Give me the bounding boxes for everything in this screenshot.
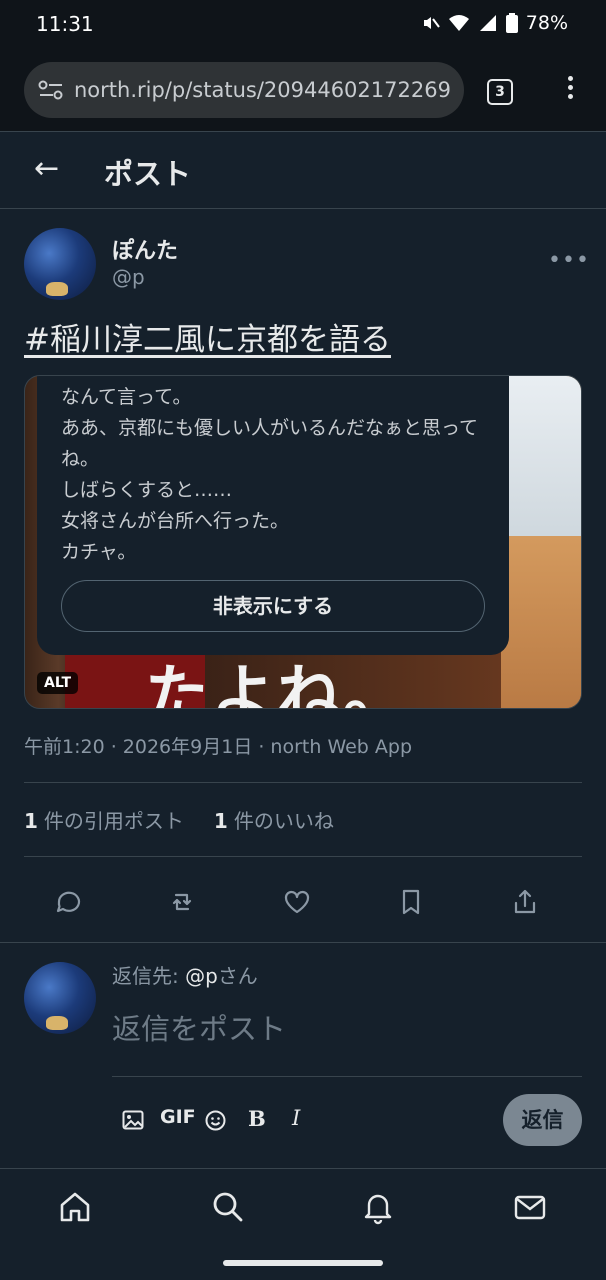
divider — [24, 782, 582, 783]
browser-toolbar: north.rip/p/status/20944602172269 3 — [0, 48, 606, 132]
likes-count: 1 — [213, 809, 228, 833]
status-icons: 78% — [420, 12, 568, 34]
quotes-label: 件の引用ポスト — [43, 809, 184, 833]
gif-button[interactable]: GIF — [160, 1106, 196, 1128]
hashtag-link[interactable]: #稲川淳二風に京都を語る — [24, 314, 391, 359]
divider — [112, 1076, 582, 1077]
bookmark-icon[interactable] — [395, 886, 427, 918]
notifications-icon[interactable] — [360, 1189, 396, 1225]
reply-to-handle[interactable]: @p — [185, 964, 218, 988]
more-options-icon[interactable]: ••• — [548, 248, 590, 273]
reply-to-prefix: 返信先: — [112, 964, 186, 988]
status-time: 11:31 — [36, 12, 94, 36]
messages-icon[interactable] — [512, 1189, 548, 1225]
page-title: ポスト — [104, 157, 192, 191]
reply-submit-button[interactable]: 返信 — [503, 1094, 582, 1146]
mute-icon — [423, 17, 440, 29]
alt-text-panel: なんて言って。 ああ、京都にも優しい人がいるんだなぁと思ってね。 しばらくすると… — [37, 376, 509, 655]
like-icon[interactable] — [281, 886, 313, 918]
post-timestamp: 午前1:20 · 2026年9月1日 · north Web App — [24, 736, 413, 758]
page-header: ← ポスト — [0, 133, 606, 209]
bold-button[interactable]: B — [248, 1106, 266, 1131]
italic-button[interactable]: I — [292, 1106, 300, 1130]
hide-alt-button[interactable]: 非表示にする — [61, 580, 485, 632]
avatar[interactable] — [24, 228, 96, 300]
reply-to-label: 返信先: @pさん — [112, 960, 258, 989]
share-icon[interactable] — [509, 886, 541, 918]
author-handle[interactable]: @p — [112, 265, 145, 289]
back-arrow-icon[interactable]: ← — [34, 151, 59, 186]
post-image[interactable]: たよね。 なんて言って。 ああ、京都にも優しい人がいるんだなぁと思ってね。 しば… — [24, 375, 582, 709]
image-wood-area — [501, 536, 581, 708]
reply-icon[interactable] — [53, 886, 85, 918]
browser-menu-icon[interactable] — [560, 76, 580, 106]
divider — [24, 856, 582, 857]
repost-icon[interactable] — [166, 886, 198, 918]
avatar — [24, 962, 96, 1034]
divider — [0, 942, 606, 943]
author-display-name[interactable]: ぽんた — [112, 233, 178, 265]
quotes-stat[interactable]: 1 件の引用ポスト — [24, 805, 184, 834]
tab-switcher-button[interactable]: 3 — [487, 79, 513, 105]
quotes-count: 1 — [24, 809, 38, 833]
battery-icon — [505, 13, 518, 33]
alt-text-content: なんて言って。 ああ、京都にも優しい人がいるんだなぁと思ってね。 しばらくすると… — [61, 386, 479, 563]
url-text[interactable]: north.rip/p/status/20944602172269 — [74, 78, 451, 102]
reply-input[interactable] — [112, 1012, 572, 1046]
image-icon[interactable] — [122, 1110, 144, 1130]
battery-percent: 78% — [525, 12, 568, 34]
gesture-bar — [223, 1260, 383, 1266]
emoji-icon[interactable] — [205, 1110, 226, 1131]
home-icon[interactable] — [57, 1189, 93, 1225]
wifi-icon — [448, 15, 469, 31]
site-settings-icon[interactable] — [38, 79, 64, 101]
url-bar[interactable]: north.rip/p/status/20944602172269 — [24, 62, 464, 118]
alt-badge[interactable]: ALT — [37, 672, 78, 694]
likes-label: 件のいいね — [233, 809, 334, 833]
status-bar: 11:31 78% — [0, 0, 606, 48]
signal-icon — [479, 15, 496, 31]
search-icon[interactable] — [210, 1189, 246, 1225]
post-stats: 1 件の引用ポスト 1 件のいいね — [24, 805, 334, 834]
image-window-area — [501, 376, 581, 536]
likes-stat[interactable]: 1 件のいいね — [214, 805, 334, 834]
action-bar — [0, 876, 606, 926]
reply-to-suffix: さん — [217, 964, 258, 988]
